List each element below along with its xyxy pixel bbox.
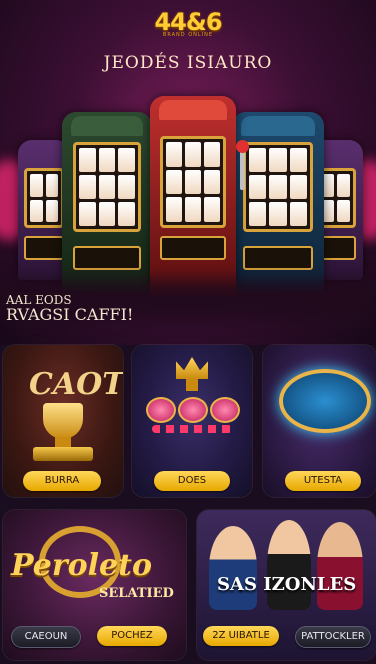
game-card-chip[interactable]: UTESTA: [263, 345, 376, 497]
card-button-caeoun[interactable]: CAEOUN: [11, 626, 81, 648]
dealer-avatar: [267, 520, 311, 610]
heart-gem-icon: [146, 397, 176, 423]
card-button-burra[interactable]: BURRA: [23, 471, 101, 491]
heart-gem-icon: [210, 397, 240, 423]
slot-lever: [236, 140, 249, 190]
crown-icon: [176, 357, 208, 391]
card-art-text-2: SELATIED: [99, 586, 174, 601]
slot-machine-left: [62, 112, 152, 292]
game-card-live-dealers[interactable]: SAS IZONLES 2Z UIBATLE PATTOCKLER: [197, 510, 376, 660]
brand-logo[interactable]: 44&6 BRAND ONLINE: [0, 8, 376, 38]
slot-machine-center: [150, 96, 236, 296]
card-button-utesta[interactable]: UTESTA: [285, 471, 361, 491]
game-card-hearts[interactable]: DOES: [132, 345, 252, 497]
card-button-uibatle[interactable]: 2Z UIBATLE: [203, 626, 279, 646]
card-art-text: CAOT: [29, 367, 123, 402]
lights-strip: [152, 425, 232, 433]
trophy-icon: [29, 403, 97, 463]
card-art-text: SAS IZONLES: [217, 574, 357, 595]
game-card-trophy[interactable]: CAOT BURRA: [3, 345, 123, 497]
slogan-line-2: RVAGSI CAFFI!: [6, 304, 134, 324]
card-button-does[interactable]: DOES: [154, 471, 230, 491]
card-button-pattockler[interactable]: PATTOCKLER: [295, 626, 371, 648]
slot-machine-right: [232, 112, 324, 292]
card-button-pochez[interactable]: POCHEZ: [97, 626, 167, 646]
hero-banner: 44&6 BRAND ONLINE JEODÉS ISIAURO AAL EOD…: [0, 0, 376, 345]
dealer-avatar: [209, 526, 257, 610]
logo-subtext: BRAND ONLINE: [162, 32, 214, 38]
dealer-avatar: [317, 522, 363, 610]
heart-gem-icon: [178, 397, 208, 423]
game-card-peroleto[interactable]: Peroleto SELATIED CAEOUN POCHEZ: [3, 510, 186, 660]
card-art-text-1: Peroleto: [11, 548, 153, 583]
hero-slogan: AAL EODS RVAGSI CAFFI!: [6, 294, 133, 323]
page-title: JEODÉS ISIAURO: [103, 53, 273, 73]
casino-chip-icon: [279, 369, 371, 433]
